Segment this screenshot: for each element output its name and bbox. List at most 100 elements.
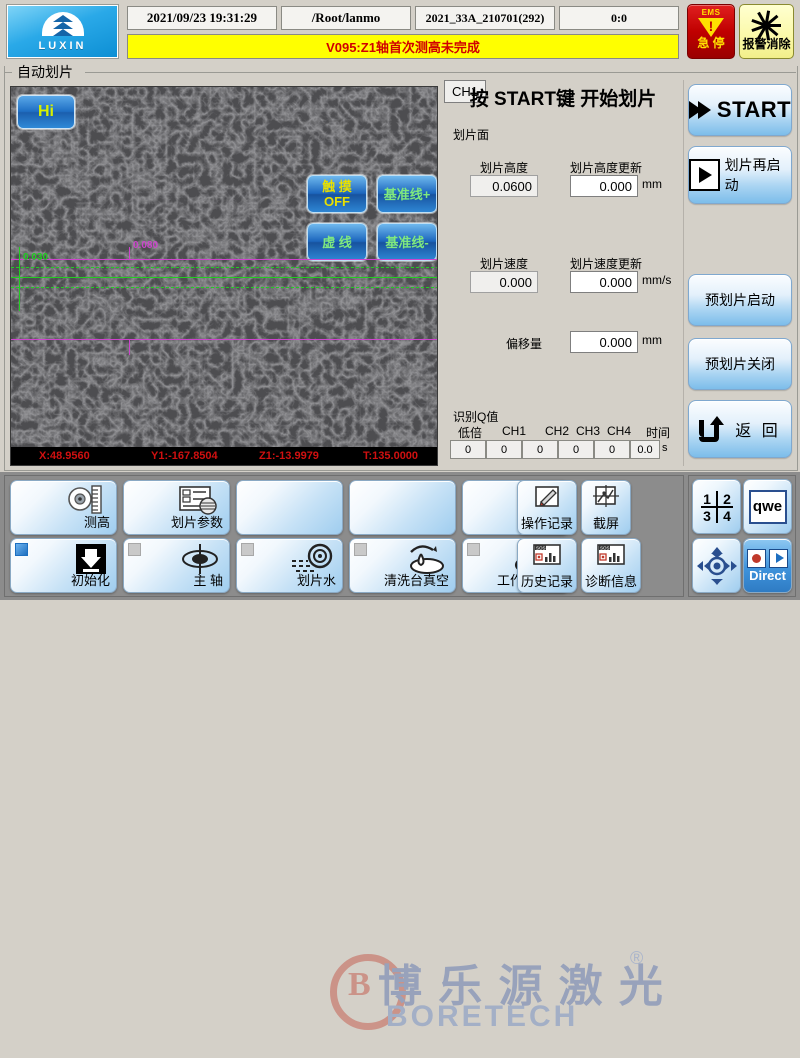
alarm-message-bar: V095:Z1轴首次测高未完成 xyxy=(127,34,679,59)
toolbar-label-dicing-params: 划片参数 xyxy=(170,515,223,530)
magenta-line-bottom xyxy=(11,339,437,340)
pre-dicing-start-label: 预划片启动 xyxy=(705,292,775,308)
q-cell-ch2: 0 xyxy=(522,440,558,459)
speed-value: 0.000 xyxy=(470,271,538,293)
direct-mode-button[interactable]: Direct xyxy=(743,538,792,593)
direct-icons xyxy=(747,548,788,568)
refline-plus-label: 基准线+ xyxy=(383,186,431,202)
dashline-button[interactable]: 虚 线 xyxy=(307,223,367,261)
toolbar-button-height-measure[interactable]: 测高 xyxy=(10,480,117,535)
status-indicator-clean-vacuum xyxy=(354,543,367,556)
pre-dicing-stop-label: 预划片关闭 xyxy=(705,356,775,372)
offset-label: 偏移量 xyxy=(506,337,543,351)
toolbar-button-dicing-water[interactable]: 划片水 xyxy=(236,538,343,593)
height-update-input[interactable]: 0.000 xyxy=(570,175,638,197)
starburst-icon xyxy=(750,10,784,41)
toolbar-label-history: 历史记录 xyxy=(520,574,573,589)
header-bar: LUXIN 2021/09/23 19:31:29 /Root/lanmo 20… xyxy=(0,0,800,63)
q-time-unit: s xyxy=(662,442,668,454)
logo-text: LUXIN xyxy=(38,39,87,52)
start-button-label: START xyxy=(716,97,792,122)
panel-divider xyxy=(683,80,684,466)
path-display[interactable]: /Root/lanmo xyxy=(281,6,411,30)
start-prompt: 按 START键 开始划片 xyxy=(469,89,657,110)
toolbar-label-diagnostics: 诊断信息 xyxy=(584,574,637,589)
screenshot-icon xyxy=(593,485,619,507)
touch-toggle-button[interactable]: 触 摸 OFF xyxy=(307,175,367,213)
coord-x: X:48.9560 xyxy=(39,450,90,462)
toolbar-label-screenshot: 截屏 xyxy=(592,516,619,531)
refline-minus-button[interactable]: 基准线- xyxy=(377,223,437,261)
toolbar-label-spindle: 主 轴 xyxy=(193,573,223,588)
toolbar-button-initialize[interactable]: 初始化 xyxy=(10,538,117,593)
green-line-dashed-top xyxy=(11,267,437,268)
edit-log-icon xyxy=(535,486,559,507)
toolbar-label-height-measure: 测高 xyxy=(83,515,110,530)
toolbar-label-dicing-water: 划片水 xyxy=(296,573,336,588)
touch-line2: OFF xyxy=(324,194,350,209)
toolbar-right-group: 1 2 3 4 qwe Direct xyxy=(688,475,796,597)
q-value-title: 识别Q值 xyxy=(453,410,499,424)
q-cell-low: 0 xyxy=(450,440,486,459)
dpad-button[interactable] xyxy=(692,538,741,593)
back-button[interactable]: 返 回 xyxy=(688,400,792,458)
offset-input[interactable]: 0.000 xyxy=(570,331,638,353)
status-indicator-spindle xyxy=(128,543,141,556)
warning-triangle-icon xyxy=(698,18,724,37)
q-cell-ch4: 0 xyxy=(594,440,630,459)
speed-unit: mm/s xyxy=(642,273,672,287)
dicing-restart-button[interactable]: 划片再启动 xyxy=(688,146,792,204)
q-header-time: 时间 xyxy=(645,426,670,440)
parameters-icon xyxy=(179,486,217,515)
watermark-letter: B xyxy=(348,966,371,1003)
camera-viewport[interactable]: Hi 触 摸 OFF 虚 线 基准线+ 基准线- 0.080 0.030 X:4… xyxy=(10,86,438,466)
toolbar-button-clean-vacuum[interactable]: 清洗台真空 xyxy=(349,538,456,593)
speed-update-input[interactable]: 0.000 xyxy=(570,271,638,293)
status-indicator-dicing-water xyxy=(241,543,254,556)
height-label: 划片高度 xyxy=(480,161,529,175)
toolbar-button-history[interactable]: SOS 历史记录 xyxy=(517,538,577,593)
pre-dicing-start-button[interactable]: 预划片启动 xyxy=(688,274,792,326)
toolbar-button-empty-2[interactable] xyxy=(349,480,456,535)
green-measure-label: 0.030 xyxy=(23,252,49,263)
magenta-measure-label: 0.080 xyxy=(133,240,159,251)
pre-dicing-stop-button[interactable]: 预划片关闭 xyxy=(688,338,792,390)
alarm-clear-button[interactable]: 报警消除 xyxy=(739,4,794,59)
q-header-ch4: CH4 xyxy=(606,424,631,438)
toolbar-button-diagnostics[interactable]: SOS 诊断信息 xyxy=(581,538,641,593)
toolbar-button-dicing-params[interactable]: 划片参数 xyxy=(123,480,230,535)
start-button[interactable]: START xyxy=(688,84,792,136)
q-cell-ch3: 0 xyxy=(558,440,594,459)
green-line-dashed-bottom xyxy=(11,287,437,288)
play-icon xyxy=(689,159,720,191)
quadrant-view-button[interactable]: 1 2 3 4 xyxy=(692,479,741,534)
speed-label: 划片速度 xyxy=(480,257,529,271)
datetime-display: 2021/09/23 19:31:29 xyxy=(127,6,277,30)
u-turn-arrow-icon xyxy=(699,416,727,442)
bottom-toolbar: 测高 划片参数 操作记录 截屏 初始化 主 轴 划片水 清洗台真空 SOS 历史… xyxy=(0,472,800,1033)
coordinate-readout: X:48.9560 Y1:-167.8504 Z1:-13.9979 T:135… xyxy=(11,447,437,465)
toolbar-button-operation-log[interactable]: 操作记录 xyxy=(517,480,577,535)
coord-y1: Y1:-167.8504 xyxy=(151,450,218,462)
ems-label: EMS xyxy=(701,8,721,17)
q-cell-time: 0.0 xyxy=(630,440,660,459)
record-icon xyxy=(747,548,766,568)
emergency-stop-button[interactable]: EMS 急 停 xyxy=(687,4,735,59)
ems-chinese-label: 急 停 xyxy=(697,36,725,50)
count-display: 0:0 xyxy=(559,6,679,30)
luxin-logo: LUXIN xyxy=(6,4,119,59)
hi-magnification-button[interactable]: Hi xyxy=(17,95,75,129)
toolbar-button-screenshot[interactable]: 截屏 xyxy=(581,480,631,535)
quadrant-icon: 1 2 3 4 xyxy=(700,490,733,524)
toolbar-button-empty-1[interactable] xyxy=(236,480,343,535)
recipe-display[interactable]: 2021_33A_210701(292) xyxy=(415,6,555,30)
svg-text:SOS: SOS xyxy=(600,546,610,551)
coord-z1: Z1:-13.9979 xyxy=(259,450,319,462)
dicing-face-label: 划片面 xyxy=(453,128,490,142)
luxin-mark-icon xyxy=(41,11,84,38)
keyboard-button[interactable]: qwe xyxy=(743,479,792,534)
back-button-label: 返 回 xyxy=(735,423,781,440)
refline-plus-button[interactable]: 基准线+ xyxy=(377,175,437,213)
toolbar-button-spindle[interactable]: 主 轴 xyxy=(123,538,230,593)
dicing-restart-label: 划片再启动 xyxy=(724,157,781,193)
